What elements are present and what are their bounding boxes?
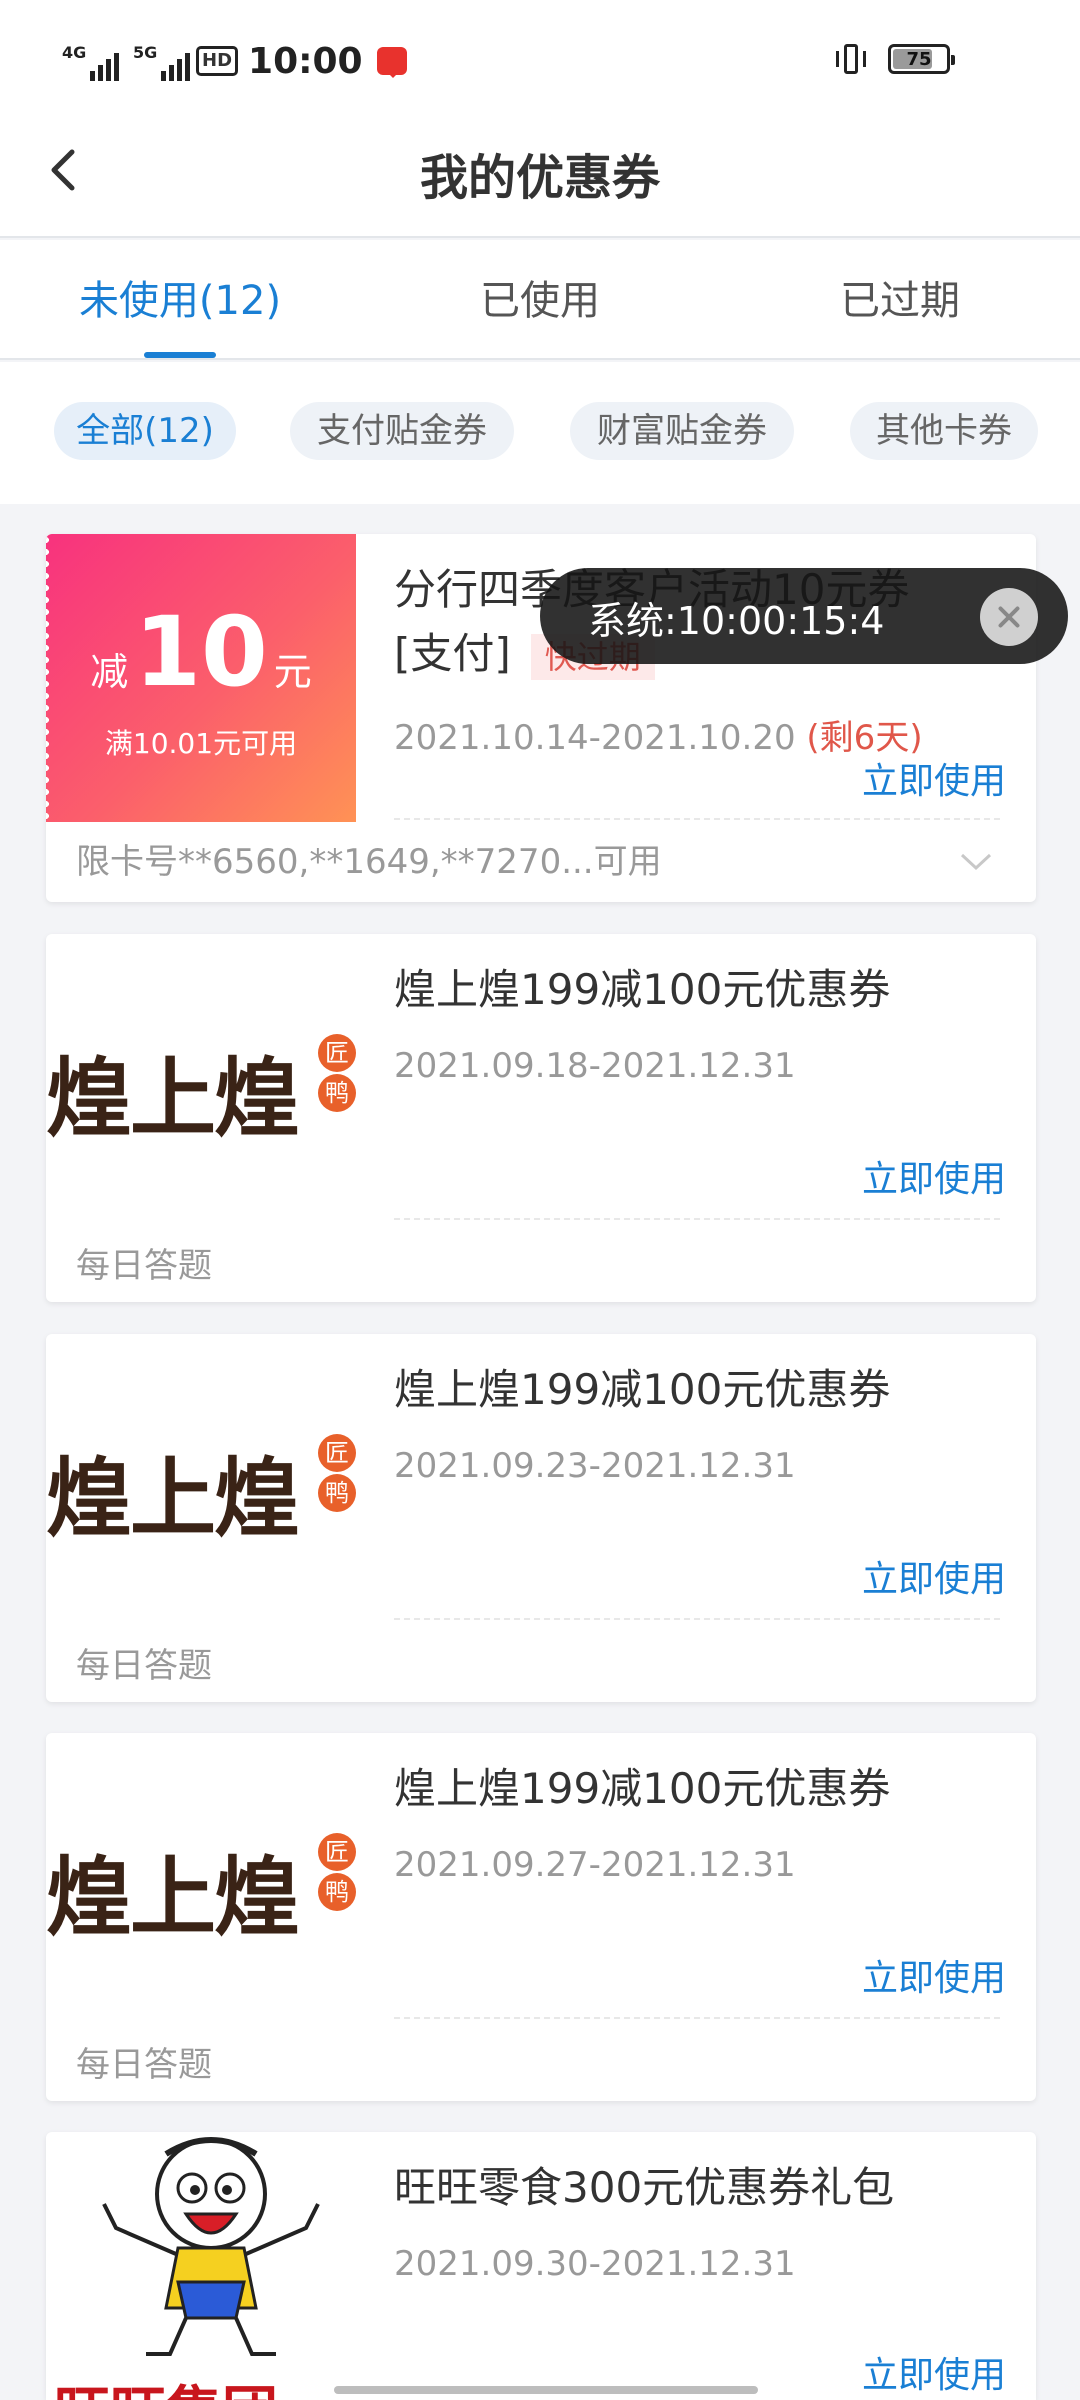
coupon-card[interactable]: 旺旺集团 旺旺零食300元优惠券礼包 2021.09.30-2021.12.31… [46,2132,1036,2400]
brand-logo: 煌上煌 匠鸭 [46,1014,356,1154]
use-now-button[interactable]: 立即使用 [862,1150,1006,1202]
coupon-title-line2: [支付] [394,629,511,678]
coupon-title: 煌上煌199减100元优惠券 [394,965,891,1014]
chevron-down-icon[interactable] [960,852,992,872]
chip-all[interactable]: 全部(12) [54,402,236,460]
use-now-button[interactable]: 立即使用 [862,752,1006,804]
coupon-card[interactable]: 煌上煌 匠鸭 煌上煌199减100元优惠券 2021.09.27-2021.12… [46,1733,1036,2101]
coupon-title: 煌上煌199减100元优惠券 [394,1365,891,1414]
network-type-2: 5G [133,43,158,62]
coupon-date: 2021.09.27-2021.12.31 [394,1845,796,1885]
tab-indicator [144,352,216,358]
badge-condition: 满10.01元可用 [104,727,298,760]
divider [394,1218,1000,1220]
brand-name: 煌上煌 [46,1048,300,1149]
brand-seal: 匠鸭 [318,1434,356,1514]
battery-level: 75 [906,48,932,70]
status-time: 10:00 [248,40,363,82]
brand-name: 煌上煌 [46,1847,300,1948]
badge-unit: 元 [273,650,312,694]
coupon-date: 2021.09.30-2021.12.31 [394,2244,796,2284]
coupon-source: 每日答题 [76,1646,212,1686]
chip-payment-coupon[interactable]: 支付贴金券 [290,402,514,460]
coupon-title: 煌上煌199减100元优惠券 [394,1764,891,1813]
battery-icon: 75 [888,44,955,74]
coupon-title: 旺旺零食300元优惠券礼包 [394,2163,895,2212]
use-now-button[interactable]: 立即使用 [862,1550,1006,1602]
coupon-card[interactable]: 煌上煌 匠鸭 煌上煌199减100元优惠券 2021.09.23-2021.12… [46,1334,1036,1702]
home-indicator[interactable] [334,2386,758,2394]
brand-seal: 匠鸭 [318,1034,356,1114]
chip-other-coupon[interactable]: 其他卡券 [850,402,1038,460]
header: 我的优惠券 [0,110,1080,238]
close-icon[interactable] [980,588,1038,646]
tab-used[interactable]: 已使用 [360,268,720,326]
brand-seal: 匠鸭 [318,1833,356,1913]
wangwang-mascot-icon [102,2137,320,2356]
vibrate-icon [834,42,868,76]
status-bar: 4G 5G HD 10:00 75 [0,0,1080,110]
coupon-date: 2021.10.14-2021.10.20 (剩6天) [394,718,923,758]
brand-logo: 煌上煌 匠鸭 [46,1813,356,1953]
use-now-button[interactable]: 立即使用 [862,1949,1006,2001]
brand-name: 煌上煌 [46,1448,300,1549]
filter-chips: 全部(12) 支付贴金券 财富贴金券 其他卡券 [0,362,1080,504]
brand-logo: 煌上煌 匠鸭 [46,1414,356,1554]
coupon-date: 2021.09.18-2021.12.31 [394,1046,796,1086]
badge-prefix: 减 [90,650,129,694]
status-left: 4G 5G HD 10:00 [62,36,407,86]
divider [394,2017,1000,2019]
network-type-1: 4G [62,43,87,62]
toast-text: 系统:10:00:15:4 [588,599,885,643]
divider [394,1618,1000,1620]
chip-wealth-coupon[interactable]: 财富贴金券 [570,402,794,460]
coupon-source: 每日答题 [76,2045,212,2085]
badge-amount: 10 [134,596,268,708]
coupon-source: 每日答题 [76,1246,212,1286]
signal-icon: 4G [62,41,119,81]
coupon-value-badge: 减10 元 满10.01元可用 [46,534,356,822]
coupon-card-restriction: 限卡号**6560,**1649,**7270...可用 [76,842,662,882]
brand-logo: 旺旺集团 [46,2132,356,2400]
notification-app-icon [376,47,407,78]
hd-icon: HD [196,46,239,76]
use-now-button[interactable]: 立即使用 [862,2346,1006,2398]
system-time-toast: 系统:10:00:15:4 [540,568,1068,664]
page-title: 我的优惠券 [419,150,660,206]
tab-bar: 未使用(12) 已使用 已过期 [0,240,1080,360]
tab-unused[interactable]: 未使用(12) [0,268,360,326]
brand-name: 旺旺集团 [54,2368,278,2400]
tab-expired[interactable]: 已过期 [720,268,1080,326]
divider [394,818,1000,820]
status-right: 75 [834,42,955,76]
signal-icon: 5G [133,41,190,81]
coupon-date: 2021.09.23-2021.12.31 [394,1446,796,1486]
coupon-card[interactable]: 煌上煌 匠鸭 煌上煌199减100元优惠券 2021.09.18-2021.12… [46,934,1036,1302]
